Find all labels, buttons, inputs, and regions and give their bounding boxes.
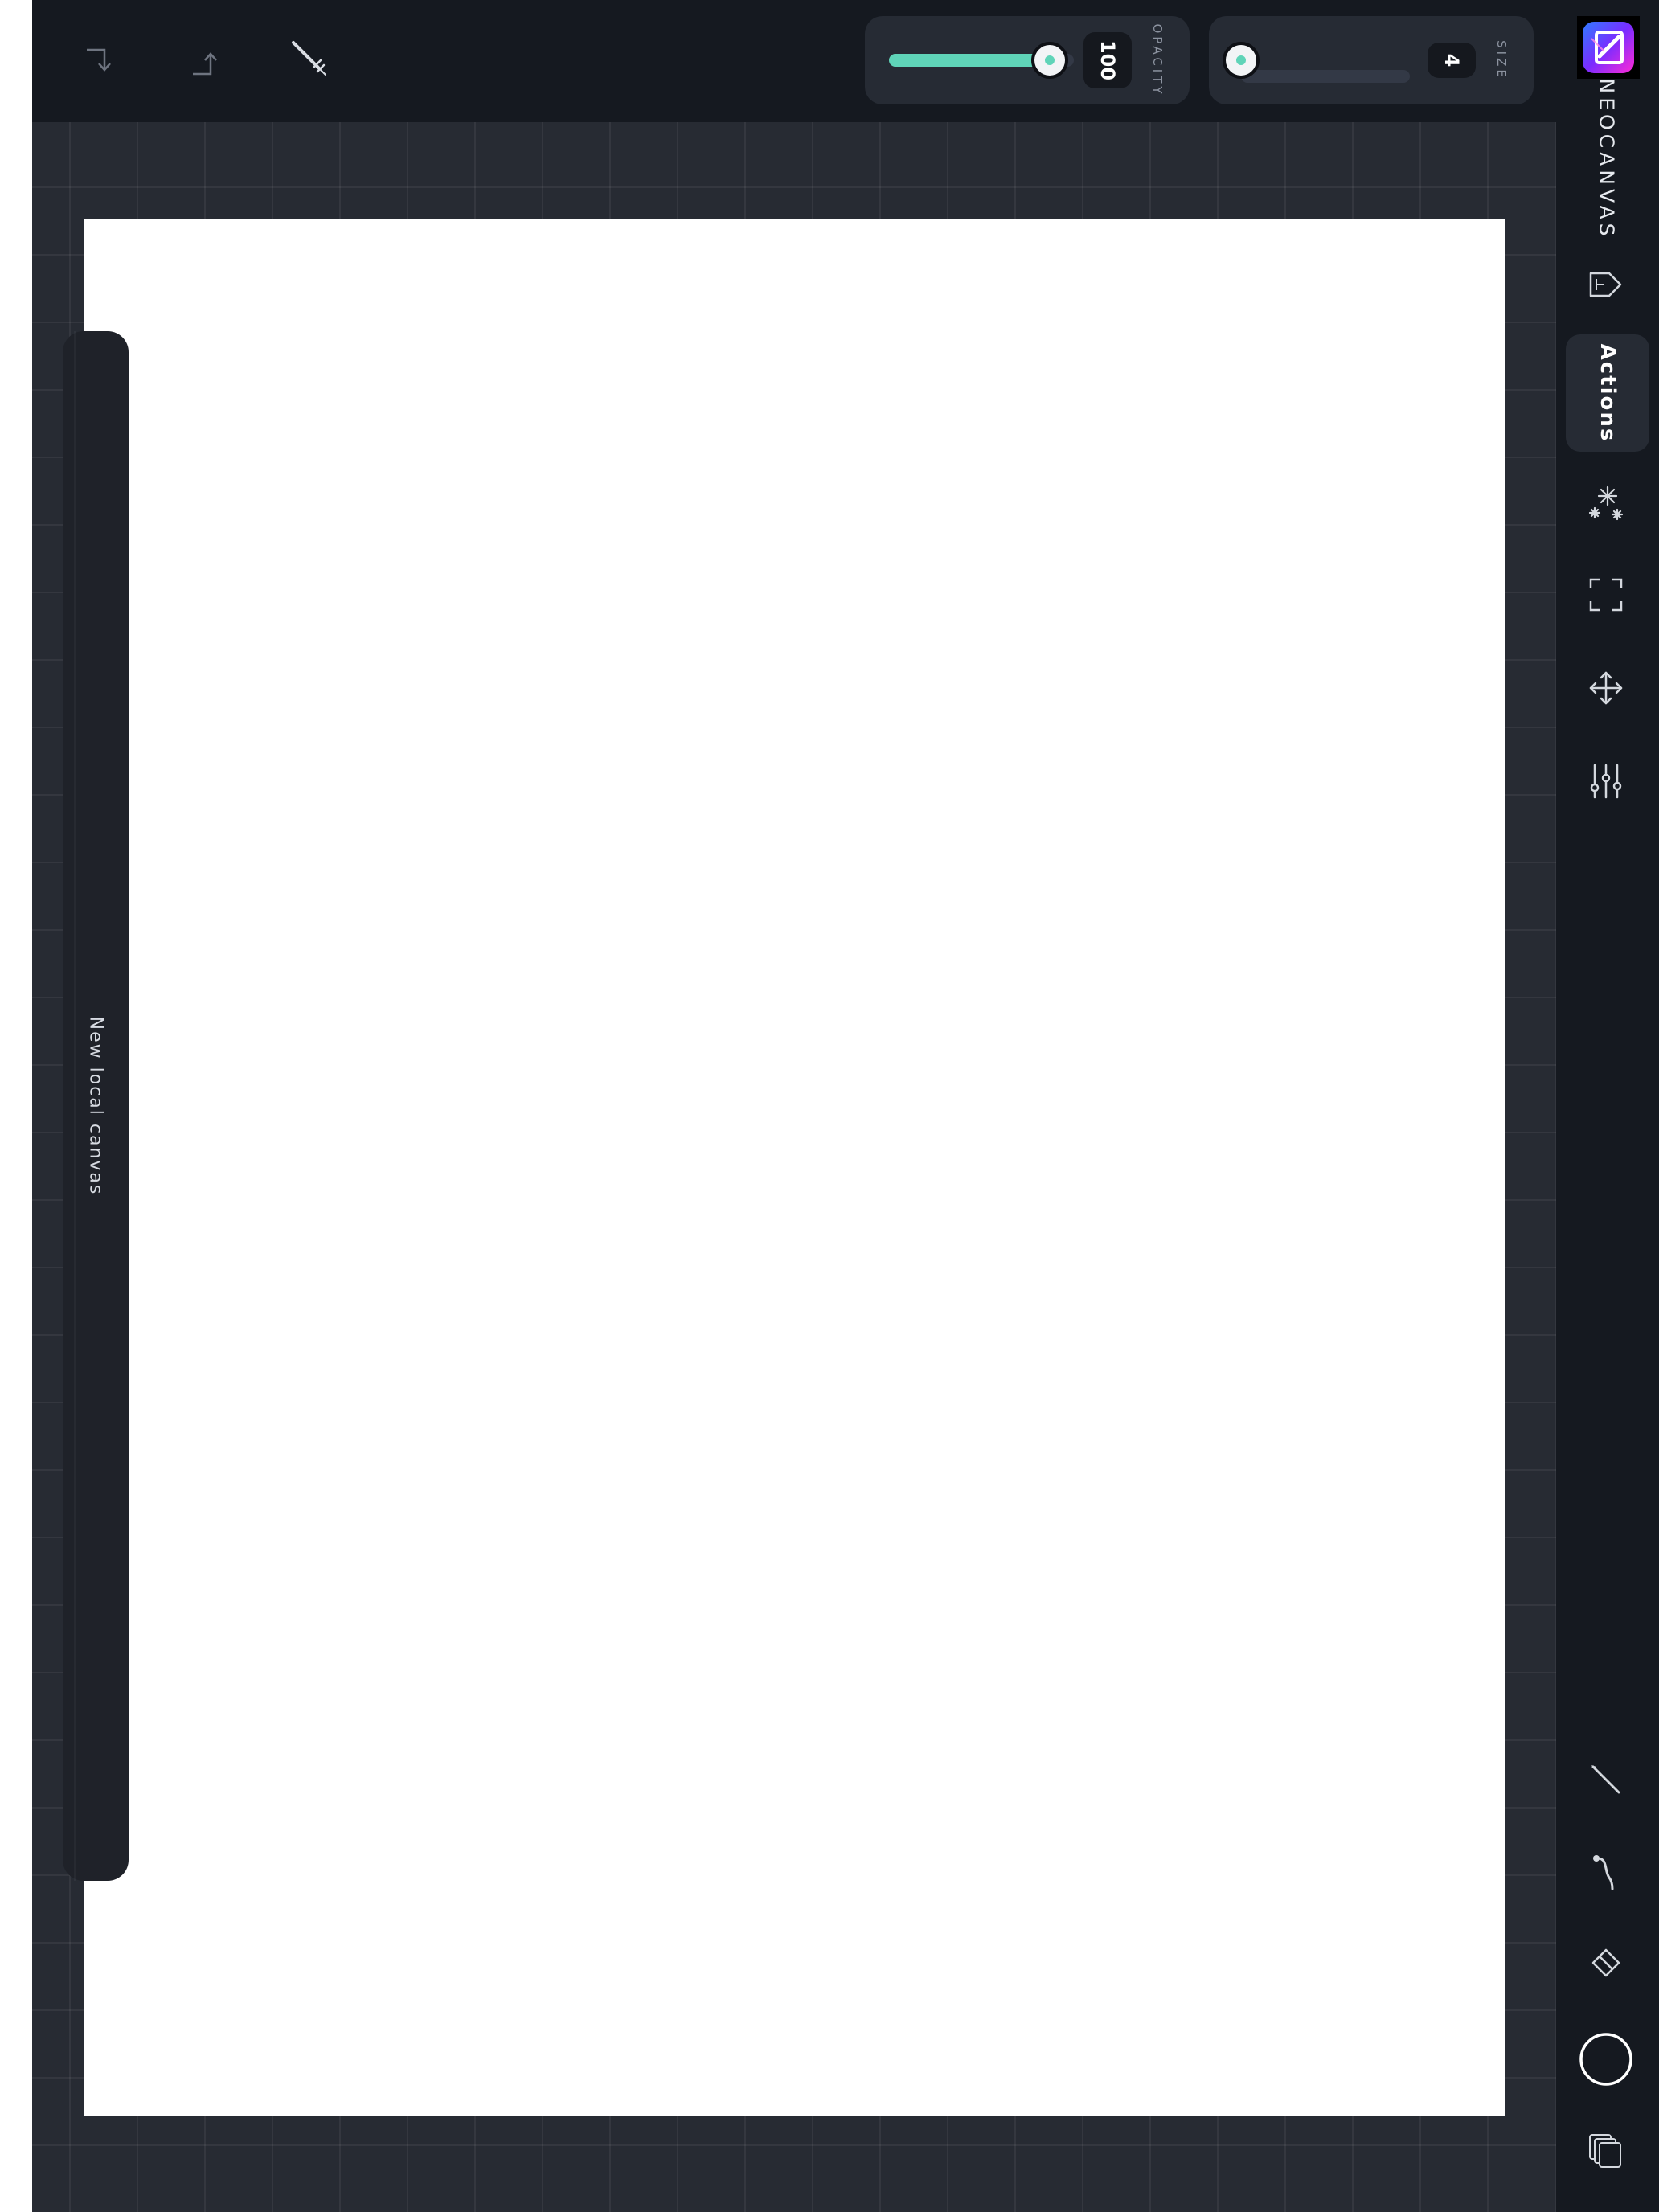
opacity-value-box[interactable]: 100 [1083,32,1132,88]
redo-button[interactable] [172,31,240,98]
opacity-track-fill [889,54,1050,67]
actions-tab[interactable]: Actions [1566,334,1649,452]
eyedropper-icon [292,41,326,76]
transform-button[interactable] [1564,648,1648,728]
opacity-value: 100 [1096,39,1119,81]
opacity-panel: 100 OPACITY [865,16,1190,104]
eraser-tool-button[interactable] [1564,1924,1648,2005]
selection-frame-icon [1589,578,1623,612]
selection-button[interactable] [1564,555,1648,635]
opacity-label: OPACITY [1150,23,1165,97]
effects-button[interactable] [1564,463,1648,543]
size-track[interactable] [1241,70,1410,83]
smudge-icon [1593,1855,1614,1890]
size-value: 4 [1440,53,1463,68]
left-edge-strip [0,0,32,2212]
sparkle-icon [1588,485,1624,521]
layers-button[interactable] [1564,2111,1648,2191]
color-swatch-icon [1579,2033,1632,2086]
size-slider-thumb[interactable] [1223,42,1260,79]
size-value-box[interactable]: 4 [1428,43,1476,78]
size-panel: 4 SIZE [1209,16,1534,104]
adjustments-button[interactable] [1564,741,1648,821]
layers-icon [1589,2134,1621,2168]
size-label: SIZE [1494,40,1509,80]
undo-button[interactable] [66,26,133,93]
brush-tool-button[interactable] [1564,1739,1648,1820]
app-name: NEOCANVAS [1595,78,1619,240]
drawer-spine [74,331,76,1881]
app-logo[interactable] [1577,16,1640,79]
undo-arrow-icon [87,48,111,72]
color-picker-button[interactable] [1564,2019,1648,2099]
app-root: New local canvas 100 OPACITY 4 SIZE NEOC… [0,0,1659,2212]
smudge-tool-button[interactable] [1564,1831,1648,1911]
export-arrow-icon [1589,272,1622,297]
eyedropper-button[interactable] [275,24,342,92]
brush-icon [1591,1765,1620,1794]
sliders-icon [1590,764,1622,799]
neocanvas-logo-icon [1583,22,1634,73]
move-arrows-icon [1589,671,1623,705]
export-button[interactable] [1564,244,1648,325]
drawing-paper[interactable] [84,219,1505,2116]
redo-arrow-icon [193,52,217,76]
canvas-title: New local canvas [85,1016,106,1196]
canvas-drawer[interactable]: New local canvas [63,331,129,1881]
eraser-icon [1591,1948,1620,1977]
actions-label: Actions [1596,343,1620,443]
opacity-slider-thumb[interactable] [1031,42,1068,79]
